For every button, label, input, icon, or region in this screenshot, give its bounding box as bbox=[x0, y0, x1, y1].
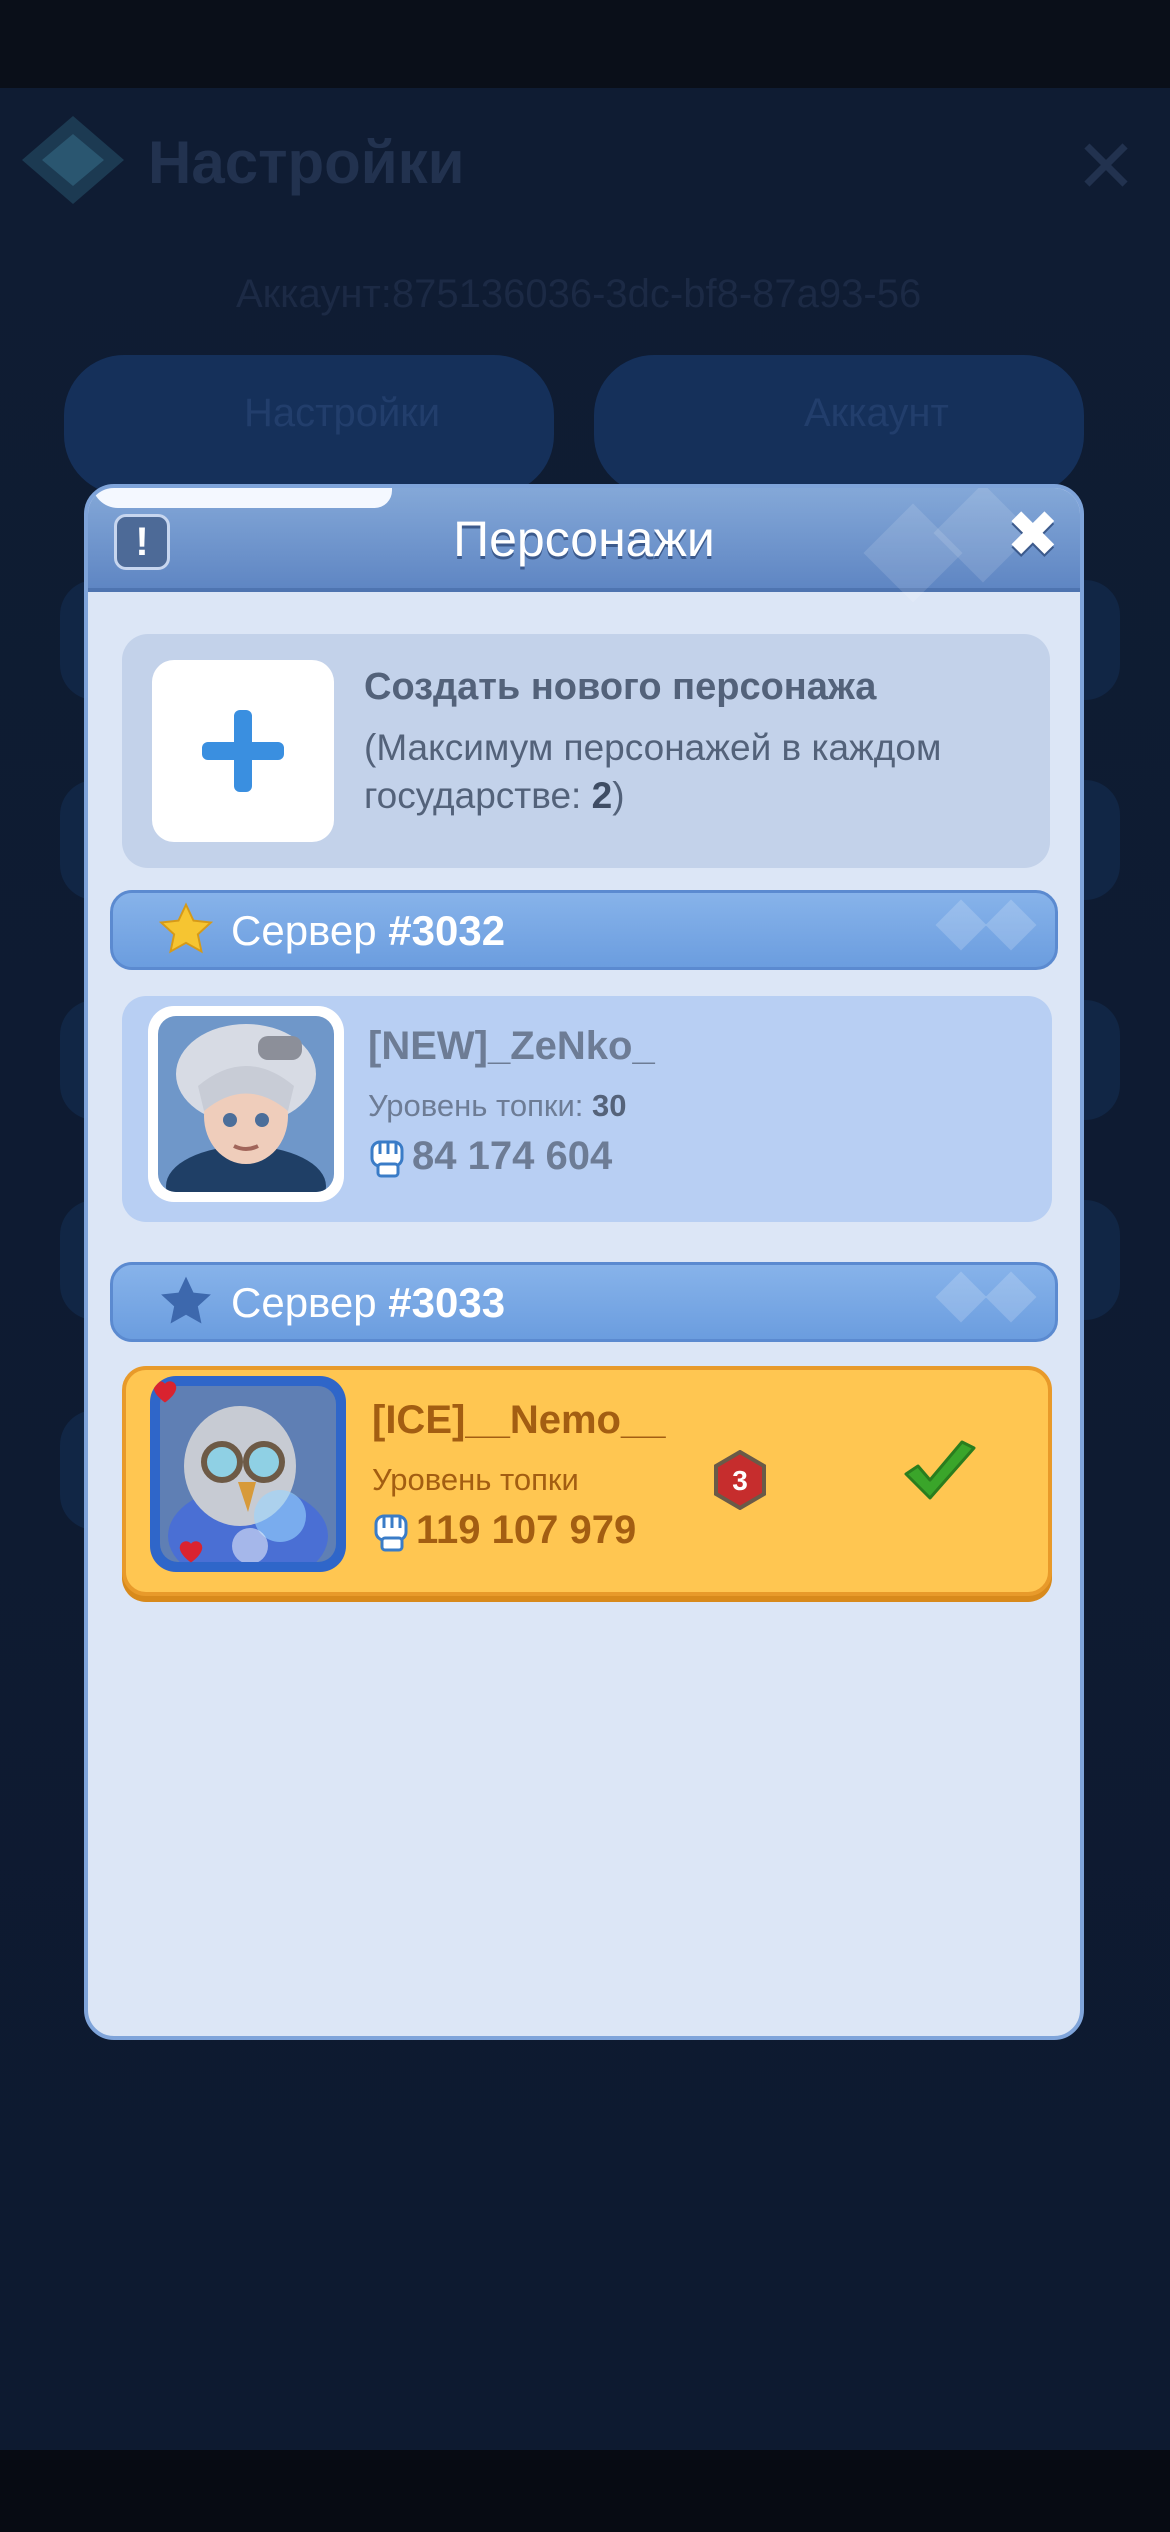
background-title: Настройки bbox=[148, 129, 465, 196]
bar-decoration bbox=[935, 1271, 987, 1323]
character-power: 119 107 979 bbox=[372, 1508, 636, 1554]
background-account-text: Аккаунт:875136036-3dc-bf8-87a93-56 bbox=[236, 272, 922, 316]
background-settings-button: Настройки bbox=[64, 355, 554, 495]
background-logo-icon bbox=[22, 116, 124, 204]
server-label: Сервер #3033 bbox=[231, 1279, 506, 1326]
character-name: [NEW]_ZeNko_ bbox=[368, 1024, 655, 1068]
star-icon bbox=[161, 1276, 211, 1324]
character-card-nemo[interactable]: [ICE]__Nemo__ Уровень топки 3 119 107 97… bbox=[122, 1366, 1052, 1596]
fist-power-icon bbox=[374, 1514, 408, 1552]
character-power: 84 174 604 bbox=[368, 1134, 612, 1180]
plus-icon bbox=[202, 710, 284, 792]
modal-title: Персонажи bbox=[453, 511, 715, 567]
level-badge-value: 3 bbox=[732, 1465, 748, 1496]
heart-icon bbox=[179, 1541, 203, 1563]
server-header-3033: Сервер #3033 bbox=[110, 1262, 1058, 1342]
character-card-zenko[interactable]: [NEW]_ZeNko_ Уровень топки: 30 84 174 60… bbox=[122, 996, 1052, 1222]
snow-decoration bbox=[92, 488, 392, 508]
characters-modal: ! Персонажи ✖ Создать нового персонажа (… bbox=[84, 484, 1084, 2040]
create-character-title: Создать нового персонажа bbox=[364, 666, 877, 708]
character-level: Уровень топки: 30 bbox=[368, 1088, 627, 1123]
add-character-button[interactable] bbox=[152, 660, 334, 842]
max-characters-value: 2 bbox=[591, 775, 613, 816]
create-character-card[interactable]: Создать нового персонажа (Максимум персо… bbox=[122, 634, 1050, 868]
background-close-icon: ✕ bbox=[1075, 125, 1138, 208]
bar-decoration bbox=[985, 899, 1037, 951]
server-label: Сервер #3032 bbox=[231, 907, 506, 954]
avatar bbox=[148, 1006, 344, 1202]
checkmark-icon bbox=[904, 1440, 976, 1500]
background-account-button: Аккаунт bbox=[594, 355, 1084, 495]
character-level: Уровень топки bbox=[372, 1462, 579, 1497]
star-icon bbox=[158, 902, 214, 954]
create-character-subtitle: (Максимум персонажей в каждом государств… bbox=[364, 727, 942, 816]
fist-power-icon bbox=[370, 1140, 404, 1178]
server-header-3032: Сервер #3032 bbox=[110, 890, 1058, 970]
character-name: [ICE]__Nemo__ bbox=[372, 1398, 666, 1442]
level-badge-icon: 3 bbox=[714, 1450, 766, 1510]
hero-portrait-icon bbox=[158, 1016, 334, 1192]
avatar bbox=[150, 1376, 346, 1572]
close-icon[interactable]: ✖ bbox=[1006, 502, 1060, 566]
heart-icon bbox=[153, 1381, 177, 1403]
bar-decoration bbox=[935, 899, 987, 951]
bar-decoration bbox=[985, 1271, 1037, 1323]
